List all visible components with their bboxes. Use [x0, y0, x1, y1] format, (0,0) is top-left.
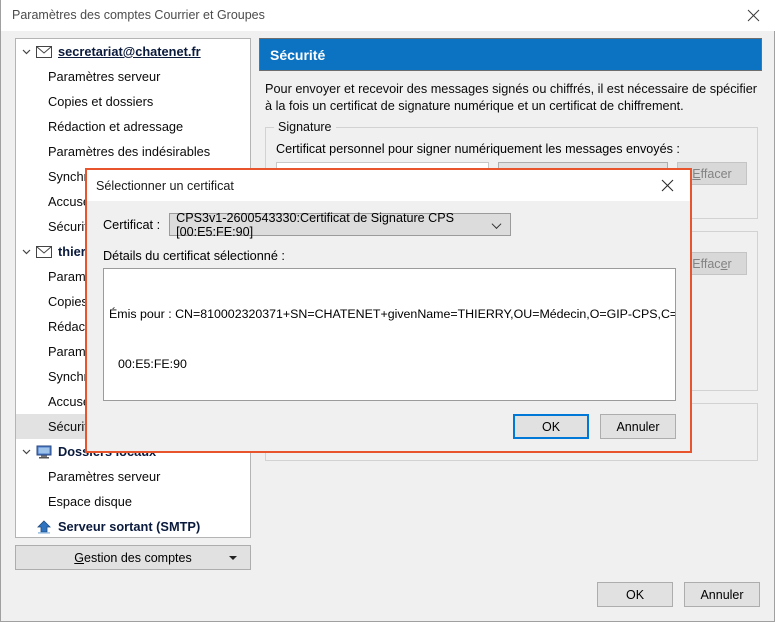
- details-line: Émis pour : CN=810002320371+SN=CHATENET+…: [109, 307, 676, 321]
- sidebar-item-label: Paramètres serveur: [48, 469, 161, 484]
- encryption-clear-pre: Effac: [692, 256, 721, 271]
- certificate-details-box: Émis pour : CN=810002320371+SN=CHATENET+…: [103, 268, 676, 401]
- sidebar-item-server-settings-local[interactable]: Paramètres serveur: [16, 464, 250, 489]
- details-line: 00:E5:FE:90: [118, 356, 187, 371]
- encryption-clear-accel: e: [720, 256, 728, 271]
- dialog-titlebar: Sélectionner un certificat: [87, 170, 690, 201]
- dialog-cancel-button[interactable]: Annuler: [600, 414, 676, 439]
- dialog-title: Sélectionner un certificat: [96, 178, 234, 193]
- main-cancel-button[interactable]: Annuler: [684, 582, 760, 607]
- chevron-down-icon[interactable]: [229, 555, 237, 560]
- sidebar-item-label: Rédaction et adressage: [48, 119, 184, 134]
- sidebar-item-label: Paramètres serveur: [48, 69, 161, 84]
- certificate-dropdown[interactable]: CPS3v1-2600543330:Certificat de Signatur…: [169, 210, 512, 239]
- certificate-label: Certificat :: [103, 217, 161, 232]
- window-titlebar: Paramètres des comptes Courrier et Group…: [1, 0, 775, 31]
- manage-accounts-accel: G: [74, 550, 85, 565]
- security-intro-text: Pour envoyer et recevoir des messages si…: [265, 82, 757, 113]
- close-icon[interactable]: [650, 170, 684, 200]
- signature-clear-rest: ffacer: [700, 166, 732, 181]
- sidebar-item-server-settings-1[interactable]: Paramètres serveur: [16, 64, 250, 89]
- main-ok-button[interactable]: OK: [597, 582, 673, 607]
- page-title: Sécurité: [259, 38, 762, 71]
- sidebar-item-label: Serveur sortant (SMTP): [58, 519, 201, 534]
- main-dialog-buttons: OK Annuler: [597, 582, 760, 607]
- close-icon[interactable]: [731, 0, 775, 30]
- details-label: Détails du certificat sélectionné :: [103, 249, 285, 263]
- computer-icon: [35, 444, 52, 460]
- sidebar-item-copies-folders-1[interactable]: Copies et dossiers: [16, 89, 250, 114]
- page-title-label: Sécurité: [270, 46, 326, 63]
- smtp-arrow-icon: [35, 519, 52, 535]
- envelope-icon: [35, 44, 52, 60]
- chevron-down-icon[interactable]: [20, 45, 33, 58]
- dialog-buttons: OK Annuler: [513, 414, 676, 439]
- encryption-clear-post: r: [727, 256, 732, 271]
- sidebar-item-label: Espace disque: [48, 494, 132, 509]
- envelope-icon: [35, 244, 52, 260]
- certificate-select-row: Certificat : CPS3v1-2600543330:Certifica…: [103, 210, 676, 239]
- signature-clear-accel: E: [692, 166, 701, 181]
- window-title: Paramètres des comptes Courrier et Group…: [12, 8, 265, 22]
- manage-accounts-button[interactable]: Gestion des comptes: [15, 545, 251, 570]
- close-glyph: [747, 9, 760, 21]
- sidebar-item-account-secretariat[interactable]: secretariat@chatenet.fr: [16, 39, 250, 64]
- sidebar-item-label: Paramètres des indésirables: [48, 144, 211, 159]
- close-glyph: [661, 179, 673, 191]
- chevron-down-icon[interactable]: [20, 445, 33, 458]
- sidebar-item-composition-1[interactable]: Rédaction et adressage: [16, 114, 250, 139]
- signature-group-title: Signature: [274, 120, 336, 134]
- sidebar-item-label: Copies et dossiers: [48, 94, 154, 109]
- sidebar-item-outgoing-smtp[interactable]: Serveur sortant (SMTP): [16, 514, 250, 537]
- sidebar-item-label: secretariat@chatenet.fr: [58, 44, 201, 59]
- manage-accounts-label: Gestion des comptes: [74, 551, 191, 565]
- manage-accounts-rest: estion des comptes: [84, 550, 192, 565]
- signature-group-description: Certificat personnel pour signer numériq…: [276, 142, 680, 156]
- dialog-ok-button[interactable]: OK: [513, 414, 589, 439]
- sidebar-item-disk-space-local[interactable]: Espace disque: [16, 489, 250, 514]
- select-certificate-dialog: Sélectionner un certificat Certificat : …: [85, 168, 692, 453]
- accounts-settings-window: Paramètres des comptes Courrier et Group…: [0, 0, 775, 622]
- sidebar-item-junk-1[interactable]: Paramètres des indésirables: [16, 139, 250, 164]
- dialog-body: Certificat : CPS3v1-2600543330:Certifica…: [87, 201, 690, 401]
- chevron-down-icon[interactable]: [20, 245, 33, 258]
- certificate-dropdown-value: CPS3v1-2600543330:Certificat de Signatur…: [176, 210, 455, 239]
